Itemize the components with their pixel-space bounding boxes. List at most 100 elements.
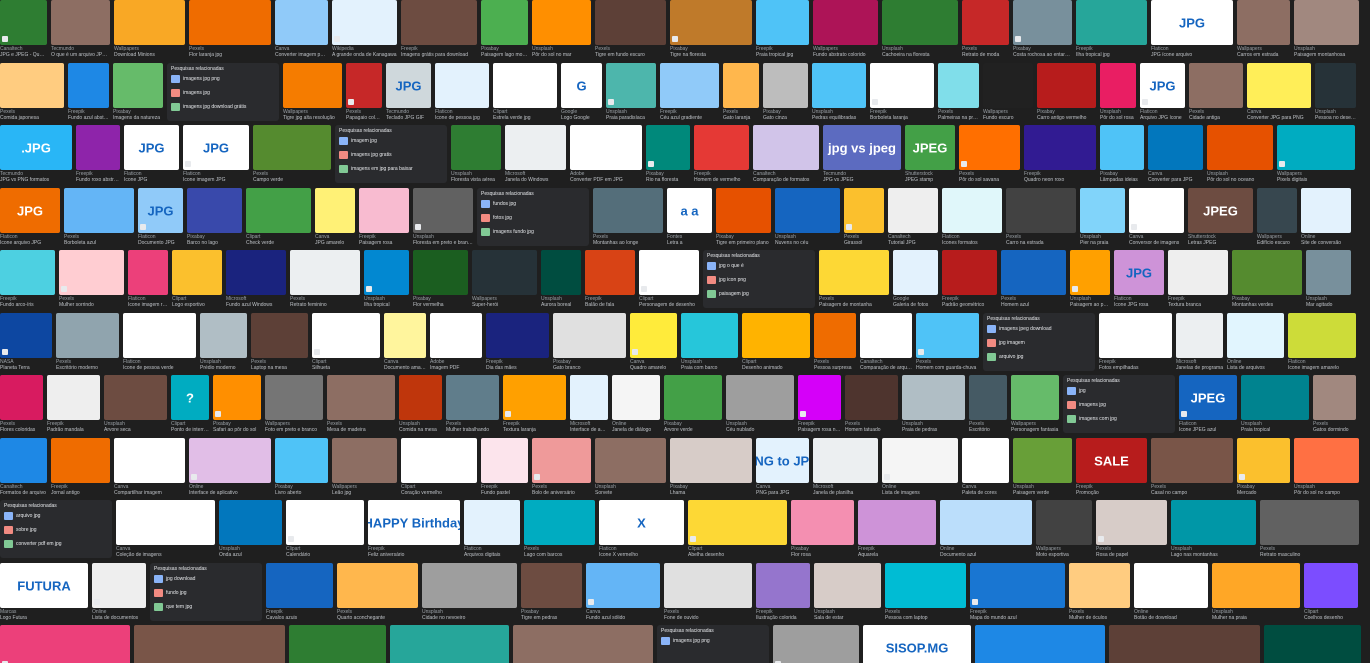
related-search-item[interactable]: jpg o que é: [707, 262, 811, 271]
image-caption[interactable]: Silhueta: [312, 365, 380, 371]
image-caption[interactable]: Ícone JPG: [124, 177, 179, 183]
image-result-tile[interactable]: Unsplash Nuvens no céu: [775, 188, 840, 250]
image-caption[interactable]: Abelha desenho: [688, 552, 787, 558]
image-result-tile[interactable]: PexelsPapagaio colorido: [346, 63, 382, 125]
image-caption[interactable]: Gato laranja: [723, 115, 759, 121]
image-thumbnail[interactable]: [128, 250, 168, 295]
image-thumbnail[interactable]: [870, 63, 934, 108]
image-result-tile[interactable]: Freepik Balão de fala: [585, 250, 635, 312]
image-thumbnail[interactable]: SISOP.MG: [863, 625, 971, 663]
image-result-tile[interactable]: Freepik Jornal antigo: [51, 438, 110, 500]
image-result-tile[interactable]: Pixabay Rio na floresta: [646, 125, 690, 187]
image-thumbnail[interactable]: [962, 0, 1009, 45]
image-thumbnail[interactable]: X: [599, 500, 684, 545]
image-result-tile[interactable]: Pexels Homem azul: [1001, 250, 1066, 312]
image-thumbnail[interactable]: G: [561, 63, 602, 108]
image-thumbnail[interactable]: [401, 0, 477, 45]
image-caption[interactable]: Pôr do sol no mar: [532, 52, 591, 58]
image-result-tile[interactable]: Pexels Quarto aconchegante: [337, 563, 418, 625]
related-search-item[interactable]: imagens com jpg: [1067, 415, 1171, 424]
image-thumbnail[interactable]: [813, 438, 878, 483]
image-caption[interactable]: Documento azul: [940, 552, 1032, 558]
image-thumbnail[interactable]: [962, 438, 1009, 483]
image-thumbnail[interactable]: [1189, 63, 1243, 108]
image-thumbnail[interactable]: [1247, 63, 1311, 108]
image-caption[interactable]: Rosa de papel: [1096, 552, 1167, 558]
image-caption[interactable]: Fundo escuro: [983, 115, 1033, 121]
image-caption[interactable]: Interface de aplicativo: [189, 490, 271, 496]
image-result-tile[interactable]: OnlineDocumento verde: [1264, 625, 1361, 663]
image-thumbnail[interactable]: [390, 625, 509, 663]
image-caption[interactable]: Ícone JPEG azul: [1179, 427, 1237, 433]
image-result-tile[interactable]: Microsoft Janela de planilha: [813, 438, 878, 500]
image-thumbnail[interactable]: .JPG: [0, 125, 72, 170]
image-caption[interactable]: Praia de pedras: [902, 427, 965, 433]
image-thumbnail[interactable]: [688, 500, 787, 545]
related-search-item[interactable]: imagem jpg: [339, 137, 443, 146]
image-thumbnail[interactable]: [742, 313, 810, 358]
image-result-tile[interactable]: UnsplashPaisagem ao pôr do sol: [1070, 250, 1110, 312]
related-search-item[interactable]: imagens jpeg download: [987, 325, 1091, 334]
image-caption[interactable]: JPG e JPEG - Qual a diferença entre...: [0, 52, 47, 58]
image-caption[interactable]: Montanhas verdes: [1232, 302, 1302, 308]
image-result-tile[interactable]: Pexels Gatos dormindo: [1313, 375, 1356, 437]
image-caption[interactable]: Cidade no nevoeiro: [422, 615, 517, 621]
image-thumbnail[interactable]: [942, 250, 997, 295]
image-caption[interactable]: Janela do Windows: [505, 177, 566, 183]
image-result-tile[interactable]: Pixabay Carro antigo vermelho: [1037, 63, 1096, 125]
image-caption[interactable]: Ilustração colorida: [756, 615, 810, 621]
image-result-tile[interactable]: Canva Paleta de cores: [962, 438, 1009, 500]
image-thumbnail[interactable]: [172, 250, 222, 295]
image-thumbnail[interactable]: [983, 63, 1033, 108]
image-thumbnail[interactable]: [1151, 438, 1233, 483]
image-result-tile[interactable]: Online Interface de aplicativo: [189, 438, 271, 500]
image-caption[interactable]: Paisagem lago montanha jpg: [481, 52, 528, 58]
image-thumbnail[interactable]: [756, 0, 809, 45]
image-thumbnail[interactable]: [970, 563, 1065, 608]
image-caption[interactable]: Planeta Terra: [0, 365, 52, 371]
image-result-tile[interactable]: Unsplash Pôr do sol no campo: [1294, 438, 1359, 500]
image-thumbnail[interactable]: [1288, 313, 1356, 358]
image-result-tile[interactable]: JPG Flaticon Ícone arquivo JPG: [0, 188, 60, 250]
image-result-tile[interactable]: Canaltech Comparação de arquivos: [860, 313, 912, 375]
image-thumbnail[interactable]: [134, 625, 285, 663]
image-caption[interactable]: Paisagem verde: [1013, 490, 1072, 496]
image-thumbnail[interactable]: [312, 313, 380, 358]
image-result-tile[interactable]: Unsplash Pier na praia: [1080, 188, 1125, 250]
image-caption[interactable]: Balão de fala: [585, 302, 635, 308]
image-thumbnail[interactable]: [446, 375, 499, 420]
image-caption[interactable]: Mesa de madeira: [327, 427, 395, 433]
image-thumbnail[interactable]: [275, 438, 328, 483]
image-result-tile[interactable]: Canva Documento amarelo: [384, 313, 426, 375]
image-caption[interactable]: Imagens da natureza: [113, 115, 163, 121]
image-result-tile[interactable]: Pexels Tigre em fundo escuro: [595, 0, 666, 62]
image-caption[interactable]: Botão de download: [1134, 615, 1208, 621]
image-thumbnail[interactable]: [104, 375, 167, 420]
image-thumbnail[interactable]: JPG: [124, 125, 179, 170]
image-result-tile[interactable]: Canaltech Formatos de arquivo: [0, 438, 47, 500]
image-thumbnail[interactable]: [1099, 313, 1172, 358]
image-result-tile[interactable]: Pixabay Gato cinza: [763, 63, 808, 125]
image-thumbnail[interactable]: [0, 625, 130, 663]
image-caption[interactable]: Carros em estrada: [1237, 52, 1290, 58]
related-search-item[interactable]: jpg: [1067, 387, 1171, 396]
image-thumbnail[interactable]: [1001, 250, 1066, 295]
image-result-tile[interactable]: PNG to JPGCanvaPNG para JPG: [756, 438, 809, 500]
image-caption[interactable]: Mercado: [1237, 490, 1290, 496]
image-caption[interactable]: Rio na floresta: [646, 177, 690, 183]
image-result-tile[interactable]: Microsoft Fundo azul Windows: [226, 250, 286, 312]
image-result-tile[interactable]: Unsplash Céu nublado: [726, 375, 794, 437]
image-thumbnail[interactable]: [187, 188, 242, 233]
image-caption[interactable]: Retrato masculino: [1260, 552, 1359, 558]
image-caption[interactable]: Tigre jpg alta resolução: [283, 115, 342, 121]
image-result-tile[interactable]: Freepik Fundo arco-íris: [0, 250, 55, 312]
related-search-item[interactable]: imagens jpg: [171, 89, 275, 98]
image-thumbnail[interactable]: [1011, 375, 1059, 420]
image-thumbnail[interactable]: [532, 0, 591, 45]
image-thumbnail[interactable]: [553, 313, 626, 358]
image-caption[interactable]: Comida na mesa: [399, 427, 442, 433]
image-caption[interactable]: Documento amarelo: [384, 365, 426, 371]
image-thumbnail[interactable]: [123, 313, 196, 358]
image-result-tile[interactable]: Freepik Aquarela: [858, 500, 936, 562]
image-result-tile[interactable]: UnsplashMulher na janela: [134, 625, 285, 663]
